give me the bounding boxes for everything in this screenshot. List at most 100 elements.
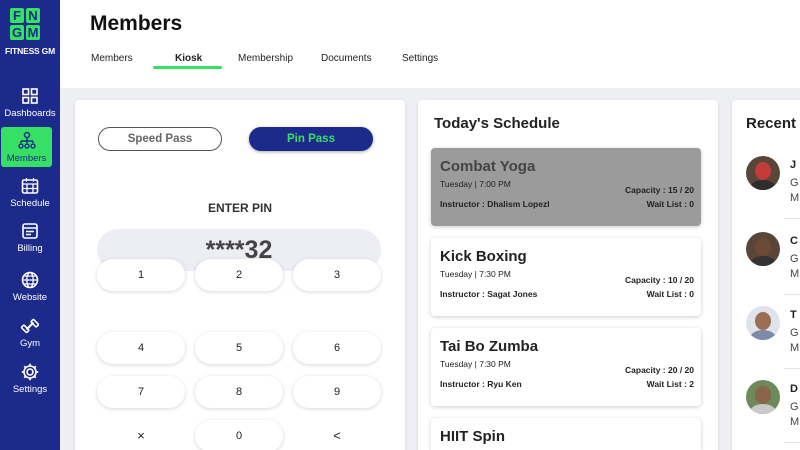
sidebar-item-label: Billing [17,243,43,254]
member-name: T [790,309,797,321]
member-detail: G [790,401,799,413]
sidebar: F N G M FITNESS GM Dashboards Members Sc… [0,0,60,450]
member-detail: M [790,192,800,204]
calendar-icon [21,178,39,194]
member-name: C [790,235,798,247]
fngm-logo[interactable]: F N G M [10,8,42,42]
page-header: Members Members Kiosk Membership Documen… [60,0,800,88]
schedule-title: Today's Schedule [434,115,560,132]
sidebar-item-schedule[interactable]: Schedule [0,172,60,212]
recent-member-row[interactable]: J G M [732,156,800,216]
class-capacity: Capacity : 20 / 20 [625,365,694,375]
sidebar-item-website[interactable]: Website [0,266,60,306]
keypad-key-0[interactable]: 0 [195,420,283,450]
member-detail: G [790,327,799,339]
logo-letter: G [10,25,24,40]
recent-member-row[interactable]: T G M [732,306,800,366]
sidebar-item-label: Members [6,153,47,164]
active-tab-indicator [153,66,222,69]
class-wait-list: Wait List : 0 [646,289,694,299]
class-card[interactable]: HIIT Spin [431,418,701,450]
sidebar-item-settings[interactable]: Settings [0,358,60,398]
member-detail: G [790,177,799,189]
keypad-key-8[interactable]: 8 [195,376,283,408]
class-instructor: Instructor : Sagat Jones [440,289,538,299]
grid-icon [22,88,38,104]
tab-documents[interactable]: Documents [321,53,372,64]
keypad-key-6[interactable]: 6 [293,332,381,364]
recent-panel: Recent J G M C G M T G M D G M [732,100,800,450]
gear-icon [21,363,39,381]
keypad-key-2[interactable]: 2 [195,259,283,291]
class-time: Tuesday | 7:00 PM [440,179,511,189]
sidebar-item-label: Schedule [10,198,50,209]
divider [784,294,800,295]
recent-title: Recent [746,115,797,132]
member-detail: M [790,416,800,428]
class-capacity: Capacity : 10 / 20 [625,275,694,285]
kiosk-panel: Speed Pass Pin Pass ENTER PIN ****32 1 2… [75,100,405,450]
tab-membership[interactable]: Membership [238,53,293,64]
tab-members[interactable]: Members [91,53,133,64]
speed-pass-button[interactable]: Speed Pass [98,127,222,151]
class-name: Kick Boxing [440,248,527,265]
member-name: J [790,159,797,171]
sidebar-item-billing[interactable]: Billing [0,217,60,257]
logo-letter: N [26,8,40,23]
class-capacity: Capacity : 15 / 20 [625,185,694,195]
avatar [746,156,780,190]
sidebar-item-label: Dashboards [4,108,56,119]
class-instructor: Instructor : Ryu Ken [440,379,522,389]
sidebar-item-label: Gym [19,338,41,349]
avatar [746,306,780,340]
class-name: Combat Yoga [440,158,536,175]
divider [784,218,800,219]
sidebar-item-gym[interactable]: Gym [0,312,60,352]
keypad-key-3[interactable]: 3 [293,259,381,291]
sidebar-item-members[interactable]: Members [1,127,52,167]
keypad-key-5[interactable]: 5 [195,332,283,364]
schedule-panel: Today's Schedule Combat Yoga Tuesday | 7… [418,100,718,450]
keypad-clear-key[interactable]: × [97,420,185,450]
sidebar-item-label: Settings [12,384,48,395]
pin-pass-button[interactable]: Pin Pass [249,127,373,151]
logo-letter: F [10,8,24,23]
logo-letter: M [26,25,40,40]
divider [784,442,800,443]
sidebar-item-label: Website [12,292,48,303]
tab-kiosk[interactable]: Kiosk [175,53,202,64]
avatar [746,232,780,266]
member-detail: G [790,253,799,265]
class-name: HIIT Spin [440,428,505,445]
globe-icon [21,271,39,289]
avatar [746,380,780,414]
keypad-key-4[interactable]: 4 [97,332,185,364]
billing-icon [22,223,38,239]
org-chart-icon [17,131,36,149]
recent-member-row[interactable]: D G M [732,380,800,440]
member-name: D [790,383,798,395]
brand-name: FITNESS GM [5,46,55,56]
keypad-key-1[interactable]: 1 [97,259,185,291]
member-detail: M [790,268,800,280]
tab-settings[interactable]: Settings [402,53,438,64]
keypad-key-9[interactable]: 9 [293,376,381,408]
class-time: Tuesday | 7:30 PM [440,269,511,279]
keypad-key-7[interactable]: 7 [97,376,185,408]
member-detail: M [790,342,800,354]
class-time: Tuesday | 7:30 PM [440,359,511,369]
enter-pin-label: ENTER PIN [207,201,272,215]
sidebar-item-dashboards[interactable]: Dashboards [0,82,60,122]
class-wait-list: Wait List : 2 [646,379,694,389]
divider [784,368,800,369]
class-card[interactable]: Kick Boxing Tuesday | 7:30 PM Instructor… [431,238,701,316]
recent-member-row[interactable]: C G M [732,232,800,292]
keypad-backspace-key[interactable]: < [293,420,381,450]
class-wait-list: Wait List : 0 [646,199,694,209]
class-instructor: Instructor : Dhalism Lopezl [440,199,550,209]
class-name: Tai Bo Zumba [440,338,539,355]
page-title: Members [90,12,183,35]
dumbbell-icon [20,318,40,334]
class-card[interactable]: Tai Bo Zumba Tuesday | 7:30 PM Instructo… [431,328,701,406]
class-card-selected[interactable]: Combat Yoga Tuesday | 7:00 PM Instructor… [431,148,701,226]
